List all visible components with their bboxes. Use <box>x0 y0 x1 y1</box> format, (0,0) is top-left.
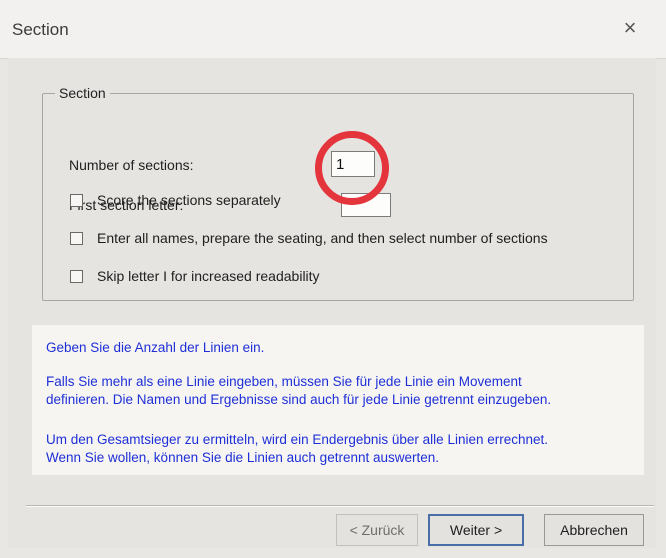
help-line-5: Wenn Sie wollen, können Sie die Linien a… <box>46 450 440 465</box>
cancel-button[interactable]: Abbrechen <box>544 514 644 546</box>
skip-letter-i-label[interactable]: Skip letter I for increased readability <box>97 268 320 284</box>
enter-names-first-label[interactable]: Enter all names, prepare the seating, an… <box>97 230 548 246</box>
next-button[interactable]: Weiter > <box>428 514 524 546</box>
help-line-4: Um den Gesamtsieger zu ermitteln, wird e… <box>46 432 549 447</box>
score-separately-label[interactable]: Score the sections separately <box>97 192 281 208</box>
enter-names-first-checkbox[interactable] <box>70 231 83 245</box>
dialog-body: Section Number of sections: First sectio… <box>8 58 656 548</box>
help-line-3: definieren. Die Namen und Ergebnisse sin… <box>46 392 552 407</box>
number-of-sections-label: Number of sections: <box>69 157 194 173</box>
first-section-letter-input[interactable] <box>341 193 391 217</box>
button-separator <box>26 505 654 507</box>
help-text-panel: Geben Sie die Anzahl der Linien ein. Fal… <box>32 325 644 475</box>
section-groupbox-legend: Section <box>59 85 106 101</box>
skip-letter-i-checkbox[interactable] <box>70 269 83 283</box>
number-of-sections-input[interactable] <box>331 151 375 177</box>
close-icon[interactable]: × <box>616 14 644 42</box>
score-separately-row[interactable]: Score the sections separately <box>70 190 281 210</box>
help-line-2: Falls Sie mehr als eine Linie eingeben, … <box>46 374 522 389</box>
enter-names-first-row[interactable]: Enter all names, prepare the seating, an… <box>70 228 548 248</box>
back-button[interactable]: < Zurück <box>336 514 418 546</box>
help-line-1: Geben Sie die Anzahl der Linien ein. <box>46 340 265 355</box>
title-bar: Section × <box>0 0 666 59</box>
score-separately-checkbox[interactable] <box>70 193 83 207</box>
skip-letter-i-row[interactable]: Skip letter I for increased readability <box>70 266 320 286</box>
window-title: Section <box>12 20 69 39</box>
